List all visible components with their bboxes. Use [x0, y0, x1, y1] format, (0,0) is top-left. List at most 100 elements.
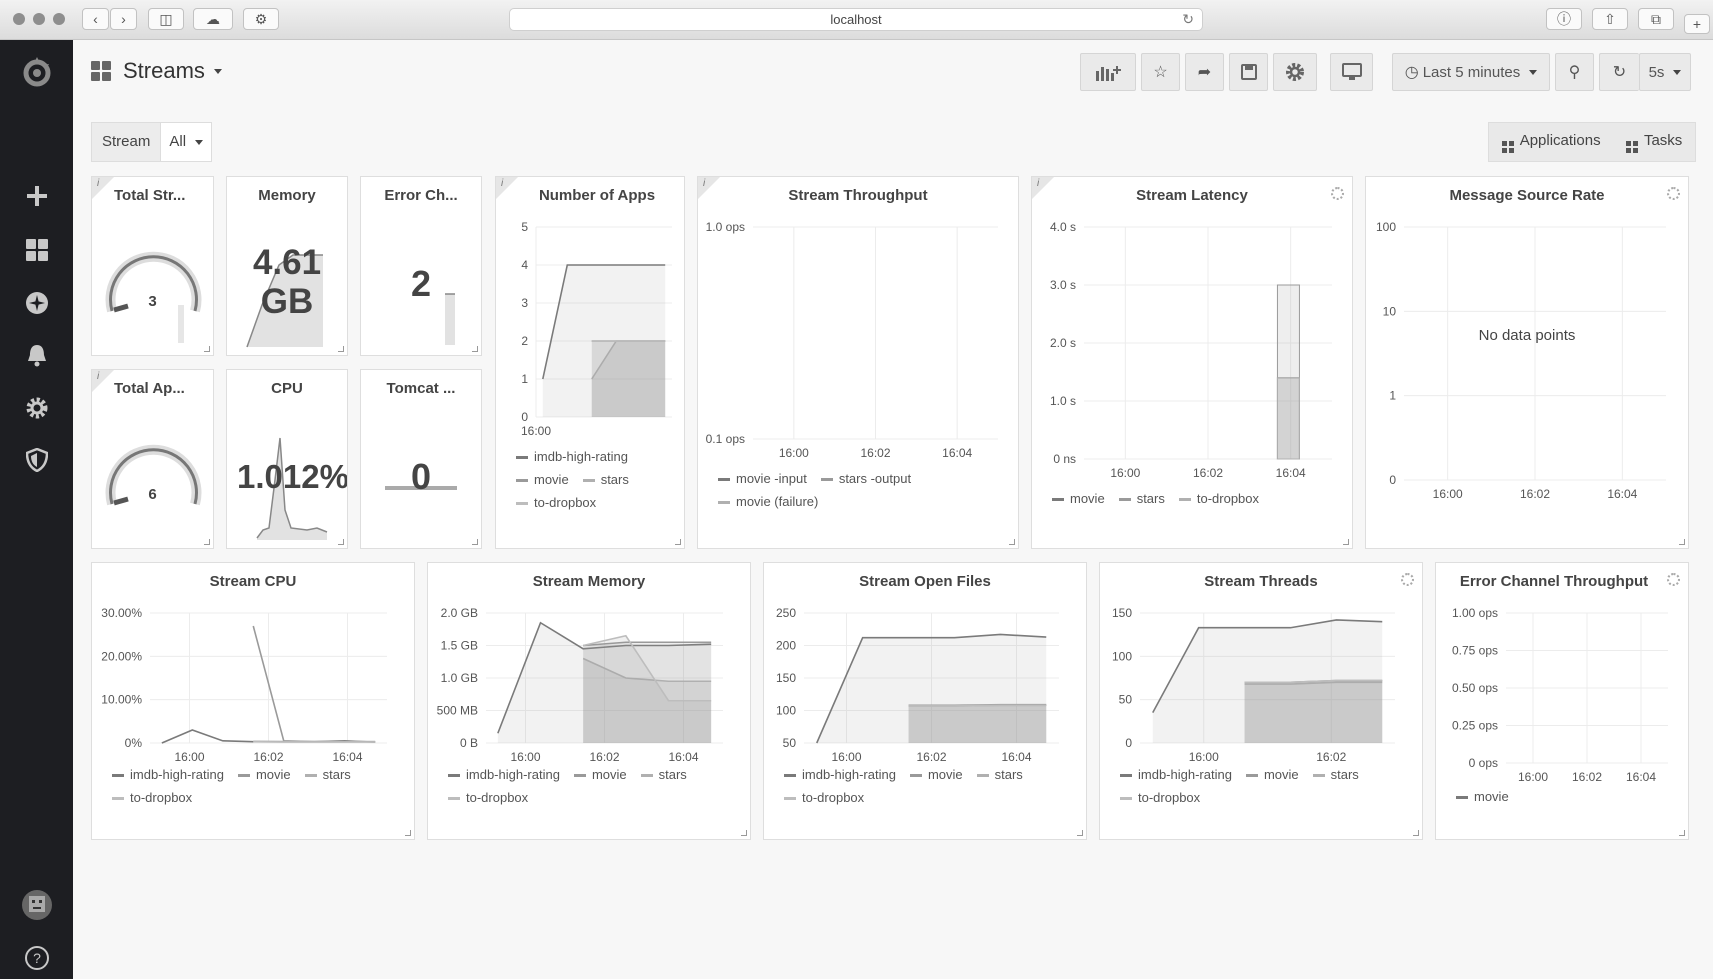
legend-item[interactable]: to-dropbox	[1120, 786, 1200, 809]
panel-stream-memory[interactable]: 0 B 500 MB 1.0 GB 1.5 GB 2.0 GB 16:00 16:02 16:…	[427, 562, 751, 840]
stat-value: 3	[148, 293, 157, 310]
legend-item[interactable]: imdb-high-rating	[516, 445, 628, 468]
zoom-out-button[interactable]: ⚲	[1555, 53, 1594, 91]
user-avatar[interactable]	[17, 885, 57, 925]
time-range-picker[interactable]: ◷ Last 5 minutes	[1392, 53, 1550, 91]
resize-handle[interactable]	[1077, 830, 1083, 836]
refresh-button[interactable]: ↻	[1599, 53, 1639, 91]
panel-number-of-apps[interactable]: 0 1 2 3 4 5 16:00 i Number of Apps imdb-high-r…	[495, 176, 685, 549]
legend-item[interactable]: stars	[1313, 763, 1359, 786]
legend-item[interactable]: movie	[574, 763, 627, 786]
legend-item[interactable]: to-dropbox	[448, 786, 528, 809]
legend-item[interactable]: stars	[1119, 487, 1165, 510]
legend-item[interactable]: to-dropbox	[784, 786, 864, 809]
link-tasks[interactable]: Tasks	[1625, 132, 1682, 153]
minimize-window-icon[interactable]	[33, 13, 45, 25]
legend-item[interactable]: movie	[1052, 487, 1105, 510]
resize-handle[interactable]	[1679, 830, 1685, 836]
configuration-gear-icon[interactable]	[17, 388, 57, 428]
legend-item[interactable]: stars -output	[821, 467, 911, 490]
legend-item[interactable]: movie -input	[718, 467, 807, 490]
resize-handle[interactable]	[472, 539, 478, 545]
resize-handle[interactable]	[1009, 539, 1015, 545]
legend-item[interactable]: to-dropbox	[516, 491, 596, 514]
legend-item[interactable]: stars	[583, 468, 629, 491]
dashboard-picker[interactable]: Streams	[91, 56, 222, 86]
x-tick-label: 16:04	[668, 750, 698, 764]
chart-legend: movie -input stars -output movie (failure)	[718, 467, 925, 513]
resize-handle[interactable]	[1679, 539, 1685, 545]
settings-button[interactable]	[1273, 53, 1317, 91]
variable-value-dropdown[interactable]: All	[161, 123, 211, 161]
legend-item[interactable]: stars	[641, 763, 687, 786]
legend-item[interactable]: stars	[305, 763, 351, 786]
link-applications[interactable]: Applications	[1501, 132, 1601, 153]
panel-stream-threads[interactable]: 0 50 100 150 16:00 16:02 Stream Threads imdb-…	[1099, 562, 1423, 840]
new-tab-icon[interactable]: +	[1684, 14, 1710, 34]
legend-item[interactable]: movie	[1456, 785, 1509, 808]
panel-stream-open-files[interactable]: 50 100 150 200 250 16:00 16:02 16:04 Stream Ope…	[763, 562, 1087, 840]
server-admin-shield-icon[interactable]	[17, 440, 57, 480]
legend-item[interactable]: movie	[516, 468, 569, 491]
extension-gear-icon[interactable]: ⚙	[243, 8, 279, 30]
panel-tomcat[interactable]: Tomcat ... 0	[360, 369, 482, 549]
legend-item[interactable]: movie	[910, 763, 963, 786]
resize-handle[interactable]	[204, 346, 210, 352]
legend-item[interactable]: to-dropbox	[112, 786, 192, 809]
panel-total-apps[interactable]: i Total Ap... 6	[91, 369, 214, 549]
legend-item[interactable]: movie	[1246, 763, 1299, 786]
explore-compass-icon[interactable]	[17, 283, 57, 323]
back-button[interactable]: ‹	[82, 8, 109, 30]
maximize-window-icon[interactable]	[53, 13, 65, 25]
resize-handle[interactable]	[338, 539, 344, 545]
panel-total-streams[interactable]: i Total Str... 3	[91, 176, 214, 356]
share-dashboard-button[interactable]: ➦	[1185, 53, 1224, 91]
tabs-icon[interactable]: ⧉	[1638, 8, 1674, 30]
resize-handle[interactable]	[741, 830, 747, 836]
create-plus-icon[interactable]	[17, 176, 57, 216]
y-tick-label: 1	[521, 372, 528, 386]
panel-stream-throughput[interactable]: 0.1 ops 1.0 ops 16:00 16:02 16:04 i Stream T…	[697, 176, 1019, 549]
resize-handle[interactable]	[405, 830, 411, 836]
forward-button[interactable]: ›	[110, 8, 137, 30]
resize-handle[interactable]	[338, 346, 344, 352]
grafana-logo-icon[interactable]	[17, 52, 57, 92]
legend-item[interactable]: movie (failure)	[718, 490, 818, 513]
template-variable-stream: Stream All	[91, 122, 213, 162]
dashboards-icon[interactable]	[17, 230, 57, 270]
panel-message-source-rate[interactable]: 0 1 10 100 16:00 16:02 16:04 Message Source Ra…	[1365, 176, 1689, 549]
resize-handle[interactable]	[1413, 830, 1419, 836]
legend-item[interactable]: imdb-high-rating	[112, 763, 224, 786]
save-dashboard-button[interactable]	[1229, 53, 1268, 91]
alerting-bell-icon[interactable]	[17, 335, 57, 375]
help-icon[interactable]: ?	[17, 938, 57, 978]
tv-mode-button[interactable]	[1330, 53, 1373, 91]
resize-handle[interactable]	[204, 539, 210, 545]
share-icon[interactable]: ⇧	[1592, 8, 1628, 30]
panel-error-channels[interactable]: Error Ch... 2	[360, 176, 482, 356]
legend-item[interactable]: imdb-high-rating	[1120, 763, 1232, 786]
refresh-interval-picker[interactable]: 5s	[1639, 53, 1691, 91]
legend-item[interactable]: movie	[238, 763, 291, 786]
panel-error-channel-throughput[interactable]: 0 ops 0.25 ops 0.50 ops 0.75 ops 1.00 ops 16:…	[1435, 562, 1689, 840]
resize-handle[interactable]	[1343, 539, 1349, 545]
cloud-icon[interactable]: ☁	[193, 8, 233, 30]
panel-stream-latency[interactable]: 0 ns 1.0 s 2.0 s 3.0 s 4.0 s 16:00 16:02 16:04 …	[1031, 176, 1353, 549]
sidebar-toggle-button[interactable]: ◫	[148, 8, 184, 30]
resize-handle[interactable]	[472, 346, 478, 352]
legend-item[interactable]: imdb-high-rating	[448, 763, 560, 786]
resize-handle[interactable]	[675, 539, 681, 545]
legend-item[interactable]: imdb-high-rating	[784, 763, 896, 786]
reload-icon[interactable]: ↻	[1182, 9, 1194, 30]
legend-item[interactable]: to-dropbox	[1179, 487, 1259, 510]
legend-item[interactable]: stars	[977, 763, 1023, 786]
close-window-icon[interactable]	[13, 13, 25, 25]
panel-memory[interactable]: Memory 4.61 GB	[226, 176, 348, 356]
panel-stream-cpu[interactable]: 0% 10.00% 20.00% 30.00% 16:00 16:02 16:04 Stre…	[91, 562, 415, 840]
add-panel-button[interactable]	[1080, 53, 1136, 91]
star-dashboard-button[interactable]: ☆	[1141, 53, 1180, 91]
y-tick-label: 0.25 ops	[1452, 719, 1498, 733]
address-bar[interactable]: localhost ↻	[509, 8, 1203, 31]
info-icon[interactable]: ⓘ	[1546, 8, 1582, 30]
panel-cpu[interactable]: CPU 1.012%	[226, 369, 348, 549]
